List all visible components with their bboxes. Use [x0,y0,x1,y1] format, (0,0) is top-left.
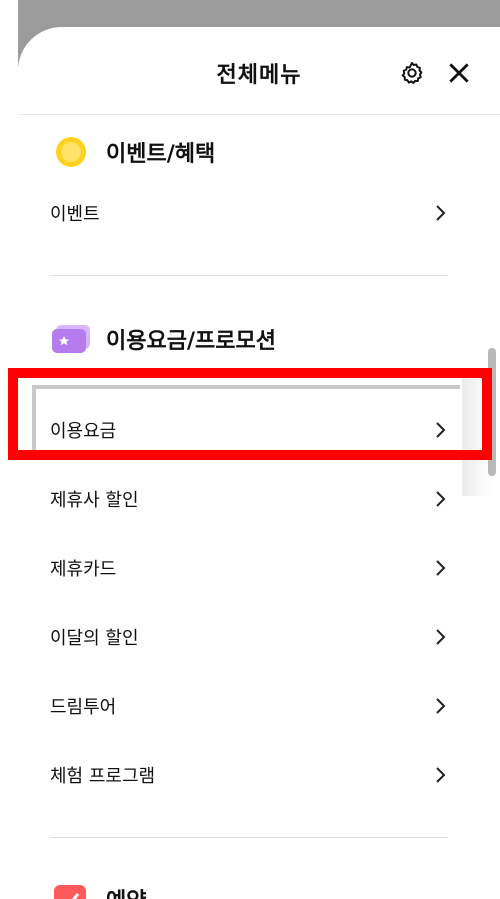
menu-item-label: 드림투어 [50,697,117,718]
menu-item-label: 체험 프로그램 [50,766,156,787]
menu-item-partner-card[interactable]: 제휴카드 [50,548,450,588]
calendar-check-icon [54,885,86,899]
section-divider [50,837,448,838]
menu-content: 이벤트/혜택 이벤트 이용요금/프로모션 이용요금 제휴사 할인 제휴카드 이달… [18,27,500,899]
page-title: 전체메뉴 [216,63,302,88]
menu-item-partner-discount[interactable]: 제휴사 할인 [50,479,450,519]
gear-icon[interactable] [399,60,425,86]
chevron-right-icon [436,560,446,576]
section-title: 이벤트/혜택 [106,142,216,167]
menu-item-experience-program[interactable]: 체험 프로그램 [50,755,450,795]
header-divider [18,114,500,115]
section-title: 예약 [106,883,146,899]
ticket-icon [52,325,90,353]
coin-icon [56,137,86,167]
backdrop-edge [0,0,18,899]
chevron-right-icon [436,767,446,783]
highlight-shadow [462,376,492,496]
menu-item-monthly-discount[interactable]: 이달의 할인 [50,617,450,657]
section-reservation: 예약 [50,879,146,899]
section-title: 이용요금/프로모션 [106,329,276,354]
chevron-right-icon [436,205,446,221]
section-fee-promotion: 이용요금/프로모션 [50,319,276,359]
highlight-inner-frame [32,385,460,457]
chevron-right-icon [436,491,446,507]
chevron-right-icon [436,698,446,714]
chevron-right-icon [436,629,446,645]
menu-item-label: 제휴카드 [50,559,117,580]
close-icon[interactable] [446,60,472,86]
menu-header: 전체메뉴 [18,27,500,117]
menu-item-event[interactable]: 이벤트 [50,193,450,233]
section-divider [50,275,448,276]
menu-item-dream-tour[interactable]: 드림투어 [50,686,450,726]
menu-item-label: 제휴사 할인 [50,490,139,511]
full-menu-sheet: 이벤트/혜택 이벤트 이용요금/프로모션 이용요금 제휴사 할인 제휴카드 이달… [18,27,500,899]
section-event-benefit: 이벤트/혜택 [50,132,215,172]
menu-item-label: 이달의 할인 [50,628,139,649]
menu-item-label: 이벤트 [50,204,100,225]
